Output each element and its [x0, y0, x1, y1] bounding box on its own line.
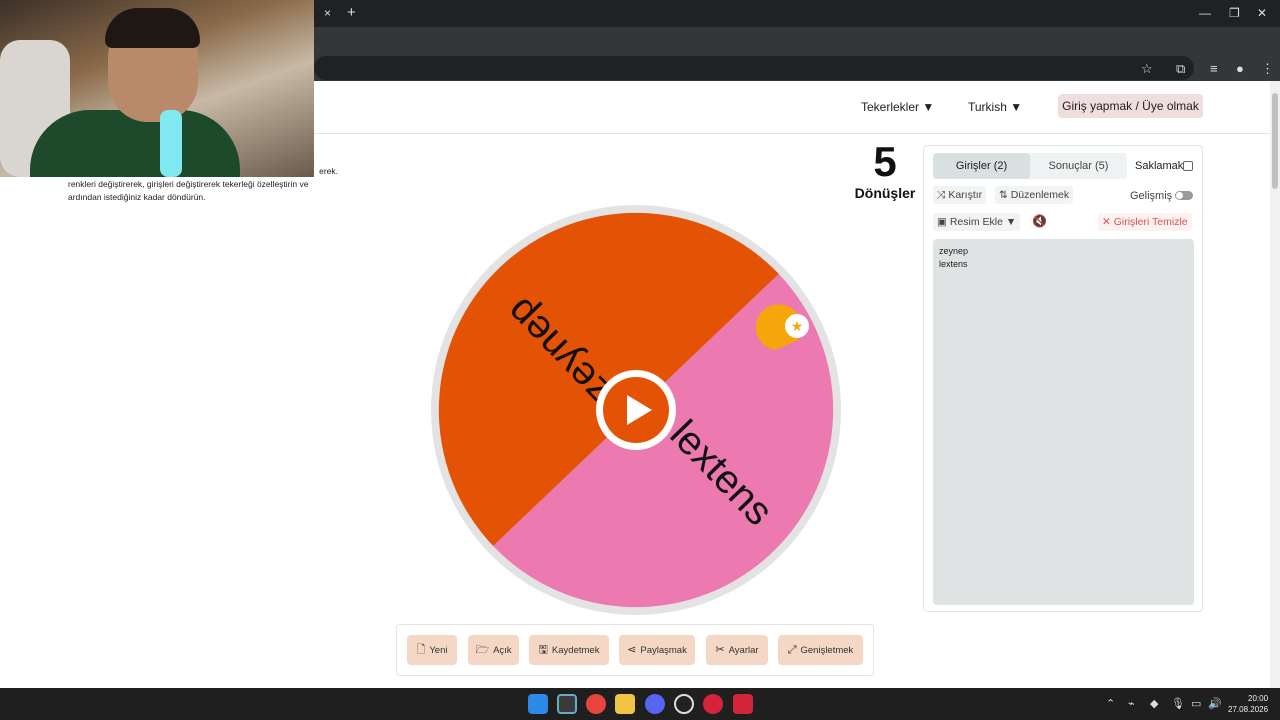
language-dropdown[interactable]: Turkish ▼: [968, 100, 1022, 114]
network-icon[interactable]: ⌁: [1128, 697, 1135, 710]
add-image-label: Resim Ekle ▼: [949, 216, 1017, 228]
tab-close-button[interactable]: ×: [324, 6, 331, 20]
tab-entries[interactable]: Girişler (2): [933, 153, 1030, 179]
description-line: ardından istediğiniz kadar döndürün.: [68, 192, 206, 202]
address-bar[interactable]: [314, 56, 1194, 80]
advanced-toggle[interactable]: [1175, 191, 1193, 200]
share-label: Paylaşmak: [640, 645, 687, 656]
shuffle-button[interactable]: ⤨ Karıştır: [933, 186, 987, 204]
entries-panel: Girişler (2) Sonuçlar (5) Saklamak ⤨ Kar…: [923, 145, 1203, 612]
open-label: Açık: [493, 645, 512, 656]
panel-tabs: Girişler (2) Sonuçlar (5): [933, 153, 1127, 179]
discord-icon[interactable]: [645, 694, 665, 714]
shuffle-icon: ⤨: [937, 189, 949, 201]
file-explorer-icon[interactable]: [615, 694, 635, 714]
page-scrollbar[interactable]: [1270, 81, 1280, 688]
volume-icon[interactable]: 🔊: [1208, 697, 1222, 710]
add-image-button[interactable]: ▣ Resim Ekle ▼: [933, 213, 1021, 231]
clock-date: 27.08.2026: [1228, 705, 1269, 714]
expand-label: Genişletmek: [800, 645, 854, 656]
chrome-icon[interactable]: [586, 694, 606, 714]
clear-entries-button[interactable]: ✕ Girişleri Temizle: [1098, 213, 1192, 231]
svg-text:★: ★: [791, 319, 804, 335]
spin-wheel[interactable]: zeynep lextens ★: [430, 204, 842, 616]
system-clock[interactable]: 20:00 27.08.2026: [1228, 693, 1268, 715]
clock-time: 20:00: [1248, 694, 1269, 703]
hide-label: Saklamak: [1135, 160, 1184, 172]
share-button[interactable]: ⋖ Paylaşmak: [619, 635, 695, 665]
share-icon: ⋖: [627, 644, 637, 656]
settings-label: Ayarlar: [728, 645, 759, 656]
close-window-button[interactable]: ✕: [1257, 6, 1267, 20]
extensions-icon[interactable]: ⧉: [1176, 61, 1185, 77]
spin-counter: 5 Dönüşler: [854, 138, 916, 202]
save-icon: 🖫: [538, 644, 548, 656]
webcam-overlay: [0, 0, 314, 177]
new-label: Yeni: [429, 645, 448, 656]
open-button[interactable]: 🗁 Açık: [468, 635, 519, 665]
advanced-label: Gelişmiş: [1130, 190, 1173, 202]
file-icon: 🗋: [416, 644, 426, 656]
profile-avatar[interactable]: ●: [1236, 61, 1244, 76]
clear-entries-label: Girişleri Temizle: [1113, 216, 1188, 228]
expand-icon: ⤢: [787, 644, 797, 656]
close-icon: ✕: [1102, 216, 1114, 228]
sort-button[interactable]: ⇅ Düzenlemek: [995, 186, 1074, 204]
person-hair: [105, 8, 200, 48]
browser-menu-icon[interactable]: ⋮: [1261, 61, 1274, 77]
save-label: Kaydetmek: [551, 645, 600, 656]
expand-button[interactable]: ⤢ Genişletmek: [778, 635, 863, 665]
tab-results[interactable]: Sonuçlar (5): [1030, 153, 1127, 179]
search-icon[interactable]: [557, 694, 577, 714]
start-icon[interactable]: [528, 694, 548, 714]
entry-line: lextens: [939, 259, 968, 269]
scrollbar-thumb[interactable]: [1272, 93, 1278, 189]
reading-list-icon[interactable]: ≡: [1210, 61, 1218, 76]
mute-sound-icon[interactable]: 🔇: [1032, 214, 1047, 228]
bottom-toolbar: 🗋 Yeni 🗁 Açık 🖫 Kaydetmek ⋖ Paylaşmak ✂ Ayarl…: [396, 624, 874, 676]
minimize-button[interactable]: —: [1199, 6, 1211, 20]
shuffle-label: Karıştır: [948, 189, 983, 201]
hide-checkbox[interactable]: [1183, 161, 1193, 171]
folder-icon: 🗁: [475, 644, 490, 656]
microphone: [160, 110, 182, 177]
spin-count-value: 5: [873, 138, 897, 185]
image-icon: ▣: [937, 216, 950, 228]
sort-label: Düzenlemek: [1010, 189, 1070, 201]
new-button[interactable]: 🗋 Yeni: [407, 635, 457, 665]
obs-icon[interactable]: [674, 694, 694, 714]
entries-textarea[interactable]: zeynep lextens: [933, 239, 1194, 605]
maximize-button[interactable]: ❐: [1229, 6, 1240, 20]
app-tray-icon[interactable]: ◆: [1150, 697, 1158, 710]
app-icon[interactable]: [703, 694, 723, 714]
tools-icon: ✂: [715, 644, 725, 656]
description-line: renkleri değiştirerek, girişleri değişti…: [68, 179, 309, 189]
windows-taskbar: ⌃ ⌁ ◆ 🎙 ▭ 🔊 20:00 27.08.2026: [0, 688, 1280, 720]
save-button[interactable]: 🖫 Kaydetmek: [529, 635, 609, 665]
tray-chevron-icon[interactable]: ⌃: [1106, 697, 1115, 710]
new-tab-button[interactable]: +: [347, 4, 356, 21]
login-button[interactable]: Giriş yapmak / Üye olmak: [1058, 94, 1203, 118]
spin-count-label: Dönüşler: [854, 185, 916, 201]
sort-icon: ⇅: [999, 189, 1011, 201]
app-icon[interactable]: [733, 694, 753, 714]
microphone-icon[interactable]: 🎙: [1171, 697, 1185, 710]
display-icon[interactable]: ▭: [1191, 697, 1201, 710]
entry-line: zeynep: [939, 246, 969, 256]
settings-button[interactable]: ✂ Ayarlar: [706, 635, 768, 665]
nav-wheels-dropdown[interactable]: Tekerlekler ▼: [861, 100, 934, 114]
bookmark-star-icon[interactable]: ☆: [1141, 61, 1153, 77]
